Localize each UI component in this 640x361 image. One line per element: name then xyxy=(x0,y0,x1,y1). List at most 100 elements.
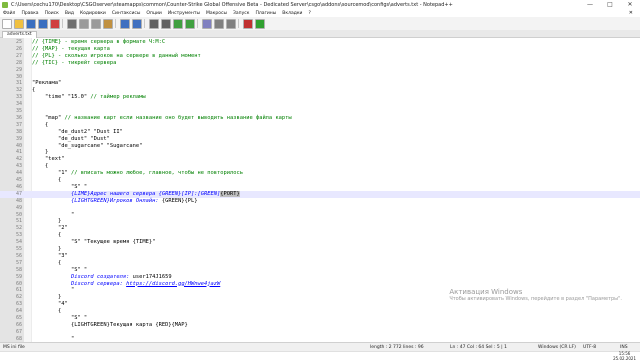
code-line[interactable]: 45 { xyxy=(0,177,640,184)
code-line[interactable]: 54 "S" "Текущее время {TIME}" xyxy=(0,239,640,246)
code-line[interactable]: 47 {LIME}Адрес нашего сервера {GREEN}[IP… xyxy=(0,191,640,198)
cut-icon[interactable] xyxy=(79,19,89,29)
open-icon[interactable] xyxy=(14,19,24,29)
menu-item-4[interactable]: Кодировки xyxy=(80,11,106,16)
zoom-out-icon[interactable] xyxy=(185,19,195,29)
tab-adverts[interactable]: adverts.txt xyxy=(2,31,37,38)
code-line[interactable]: 42 "text" xyxy=(0,156,640,163)
code-line[interactable]: 30 xyxy=(0,74,640,81)
sync-icon[interactable] xyxy=(202,19,212,29)
copy-icon[interactable] xyxy=(91,19,101,29)
line-number: 29 xyxy=(0,67,22,74)
line-number: 31 xyxy=(0,80,22,87)
redo-icon[interactable] xyxy=(132,19,142,29)
menu-item-2[interactable]: Поиск xyxy=(45,11,59,16)
line-number: 41 xyxy=(0,149,22,156)
code-line[interactable]: 51 } xyxy=(0,218,640,225)
window-controls: — □ ✕ xyxy=(580,0,640,9)
macro-record-icon[interactable] xyxy=(243,19,253,29)
line-number: 62 xyxy=(0,294,22,301)
code-line[interactable]: 49 xyxy=(0,205,640,212)
code-line[interactable]: 31"Реклама" xyxy=(0,80,640,87)
line-text: } xyxy=(32,294,61,301)
line-number: 36 xyxy=(0,115,22,122)
menu-item-10[interactable]: Плагины xyxy=(255,11,276,16)
code-line[interactable]: 41 } xyxy=(0,149,640,156)
code-line[interactable]: 44 "1" // вписать можно любое, главное, … xyxy=(0,170,640,177)
menu-item-11[interactable]: Вкладки xyxy=(282,11,302,16)
code-line[interactable]: 25// {TIME} - время сервера в формате Ч:… xyxy=(0,39,640,46)
code-line[interactable]: 63 "4" xyxy=(0,301,640,308)
code-line[interactable]: 55 } xyxy=(0,246,640,253)
line-number: 51 xyxy=(0,218,22,225)
code-line[interactable]: 38 "de_dust2" "Dust II" xyxy=(0,129,640,136)
close-window-button[interactable]: ✕ xyxy=(620,0,640,9)
line-number: 46 xyxy=(0,184,22,191)
code-line[interactable]: 35 xyxy=(0,108,640,115)
maximize-button[interactable]: □ xyxy=(600,0,620,9)
code-line[interactable]: 34 xyxy=(0,101,640,108)
minimize-button[interactable]: — xyxy=(580,0,600,9)
save-icon[interactable] xyxy=(26,19,36,29)
menu-item-3[interactable]: Вид xyxy=(65,11,74,16)
code-line[interactable]: 53 { xyxy=(0,232,640,239)
code-line[interactable]: 37 { xyxy=(0,122,640,129)
menu-item-5[interactable]: Синтаксисы xyxy=(112,11,141,16)
paste-icon[interactable] xyxy=(103,19,113,29)
code-line[interactable]: 57 { xyxy=(0,260,640,267)
code-line[interactable]: 46 "S" " xyxy=(0,184,640,191)
line-number: 60 xyxy=(0,281,22,288)
menu-item-9[interactable]: Запуск xyxy=(233,11,249,16)
line-text: "S" " xyxy=(32,184,87,191)
code-line[interactable]: 65 "S" " xyxy=(0,315,640,322)
menu-item-6[interactable]: Опции xyxy=(146,11,161,16)
line-number: 67 xyxy=(0,329,22,336)
menu-item-1[interactable]: Правка xyxy=(21,11,38,16)
line-number: 65 xyxy=(0,315,22,322)
code-line[interactable]: 48 {LIGHTGREEN}Игроков Онлайн: {GREEN}{P… xyxy=(0,198,640,205)
code-line[interactable]: 33 "time" "15.0" // таймер рекламы xyxy=(0,94,640,101)
code-line[interactable]: 60 Discord сервера: https://discord.gg/H… xyxy=(0,281,640,288)
close-icon[interactable] xyxy=(50,19,60,29)
toolbar-separator xyxy=(62,19,63,28)
save-all-icon[interactable] xyxy=(38,19,48,29)
code-line[interactable]: 29 xyxy=(0,67,640,74)
line-text: { xyxy=(32,232,61,239)
macro-play-icon[interactable] xyxy=(255,19,265,29)
code-line[interactable]: 50 " xyxy=(0,212,640,219)
code-line[interactable]: 66 {LIGHTGREEN}Текущая карта {RED}{MAP} xyxy=(0,322,640,329)
code-line[interactable]: 26// {MAP} - текущая карта xyxy=(0,46,640,53)
code-line[interactable]: 56 "3" xyxy=(0,253,640,260)
code-line[interactable]: 28// {TIC} - тикрейт сервера xyxy=(0,60,640,67)
code-line[interactable]: 40 "de_sugarcane" "Sugarcane" xyxy=(0,143,640,150)
undo-icon[interactable] xyxy=(120,19,130,29)
indent-guide-icon[interactable] xyxy=(226,19,236,29)
menu-item-8[interactable]: Макросы xyxy=(206,11,227,16)
code-line[interactable]: 64 { xyxy=(0,308,640,315)
line-number: 50 xyxy=(0,212,22,219)
line-text: " xyxy=(32,212,74,219)
new-file-icon[interactable] xyxy=(2,19,12,29)
line-text: "map" // название карт если название оно… xyxy=(32,115,292,122)
code-line[interactable]: 58 "S" " xyxy=(0,267,640,274)
menu-item-7[interactable]: Инструменты xyxy=(168,11,200,16)
print-icon[interactable] xyxy=(67,19,77,29)
menu-item-0[interactable]: Файл xyxy=(3,11,15,16)
code-line[interactable]: 52 "2" xyxy=(0,225,640,232)
find-icon[interactable] xyxy=(149,19,159,29)
line-text: "4" xyxy=(32,301,68,308)
code-line[interactable]: 67 xyxy=(0,329,640,336)
replace-icon[interactable] xyxy=(161,19,171,29)
line-number: 35 xyxy=(0,108,22,115)
code-line[interactable]: 32{ xyxy=(0,87,640,94)
code-line[interactable]: 36 "map" // название карт если название … xyxy=(0,115,640,122)
code-line[interactable]: 39 "de_dust" "Dust" xyxy=(0,136,640,143)
menu-item-12[interactable]: ? xyxy=(308,11,310,16)
close-document-button[interactable]: ✕ xyxy=(629,10,633,16)
code-line[interactable]: 59 Discord создателя: user174J1659 xyxy=(0,274,640,281)
line-text: // {TIC} - тикрейт сервера xyxy=(32,60,116,67)
line-text: {LIGHTGREEN}Игроков Онлайн: {GREEN}{PL} xyxy=(32,198,198,205)
wrap-icon[interactable] xyxy=(214,19,224,29)
code-line[interactable]: 27// {PL} - сколько игроков на сервере в… xyxy=(0,53,640,60)
zoom-in-icon[interactable] xyxy=(173,19,183,29)
